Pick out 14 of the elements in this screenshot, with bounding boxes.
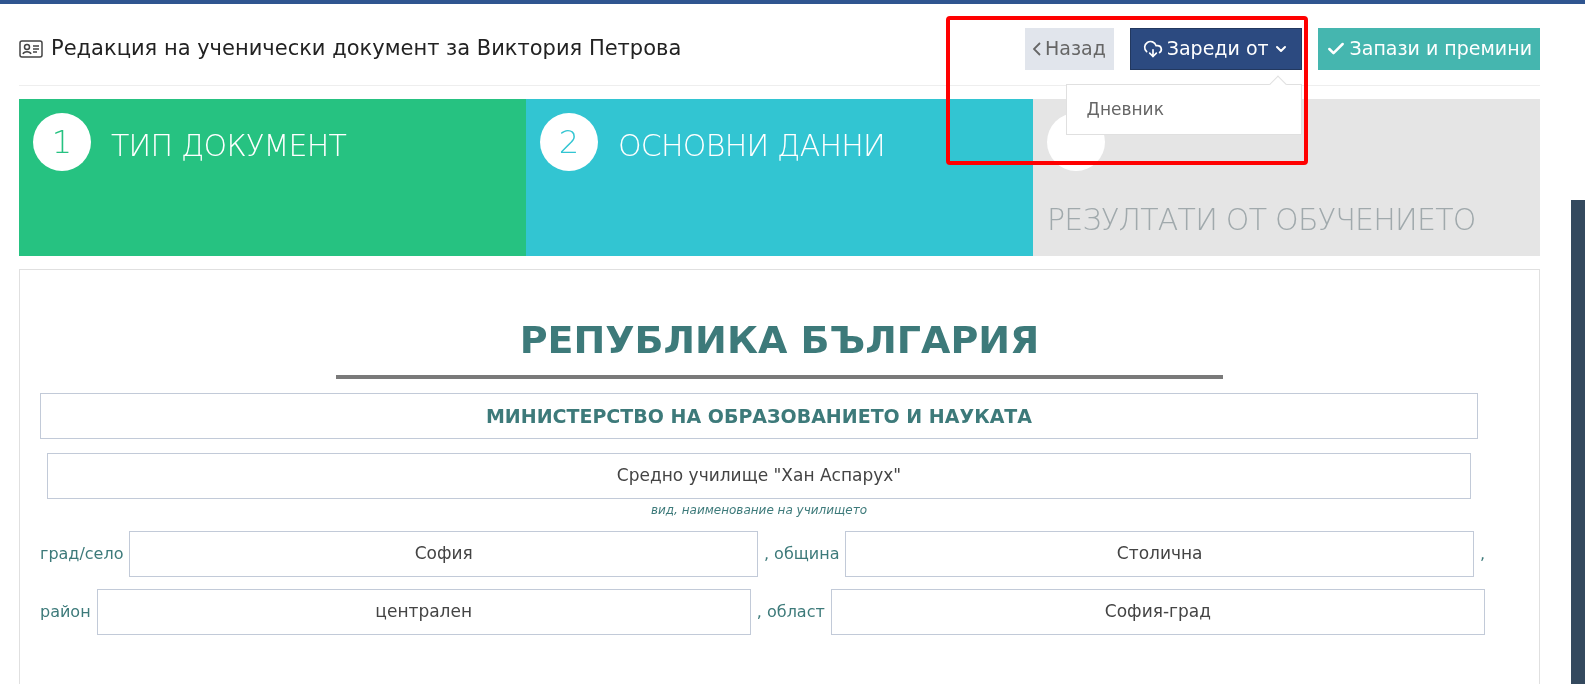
- field-label: , област: [756, 601, 825, 623]
- field-label: , община: [763, 543, 840, 565]
- field-hint: вид, наименование на училището: [649, 502, 869, 519]
- step-number: 2: [540, 113, 598, 171]
- form-heading: РЕПУБЛИКА БЪЛГАРИЯ: [518, 317, 1041, 364]
- step-number: 1: [33, 113, 91, 171]
- ministry-title: МИНИСТЕРСТВО НА ОБРАЗОВАНИЕТО И НАУКАТА: [40, 393, 1478, 439]
- step-label: ОСНОВНИ ДАННИ: [618, 127, 885, 165]
- step-label: РЕЗУЛТАТИ ОТ ОБУЧЕНИЕТО: [1047, 201, 1477, 239]
- field-label: ,: [1479, 543, 1485, 565]
- field-label: град/село: [40, 543, 124, 565]
- field-label: район: [40, 601, 91, 623]
- step-label: ТИП ДОКУМЕНТ: [111, 127, 347, 165]
- page-title: Редакция на ученически документ за Виктория Петрова: [51, 34, 682, 62]
